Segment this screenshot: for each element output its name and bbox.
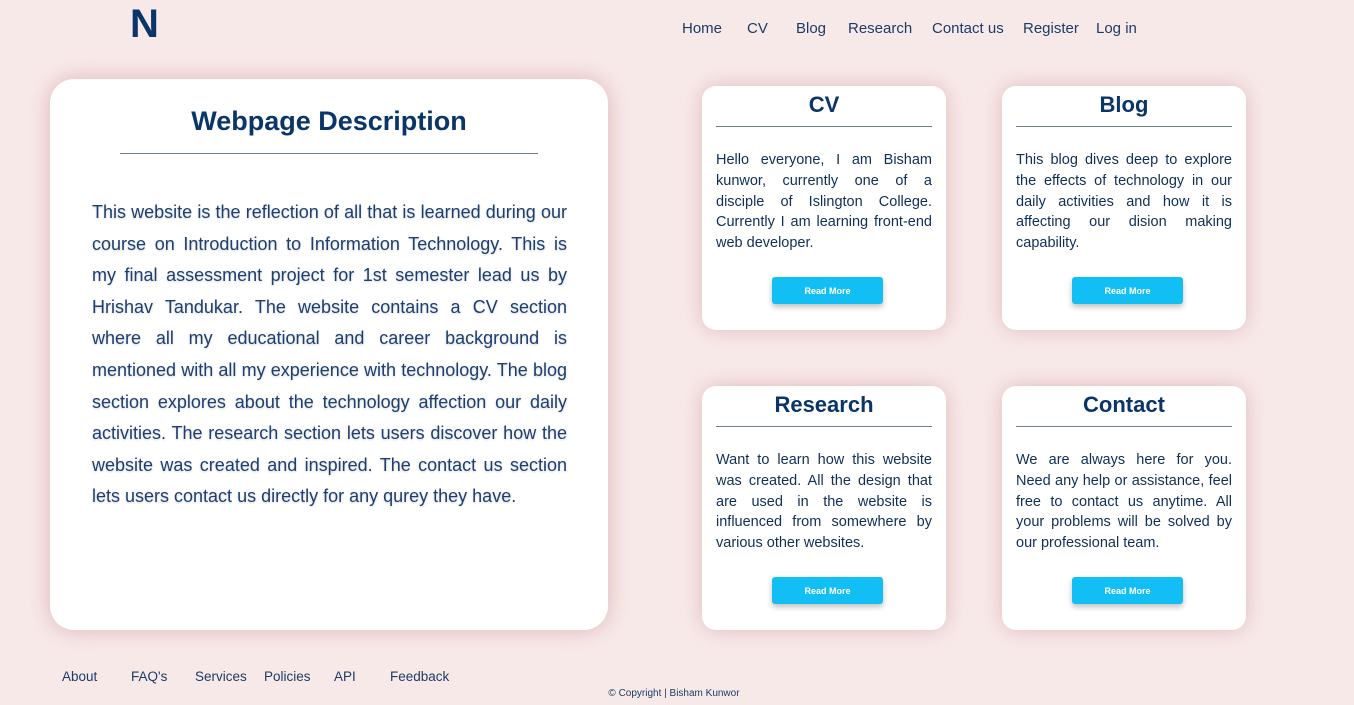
research-read-more-button[interactable]: Read More [772,577,883,604]
footer-link-about[interactable]: About [62,669,97,684]
copyright-text: © Copyright | Bisham Kunwor [608,688,740,699]
cv-card: CV Hello everyone, I am Bisham kunwor, c… [702,86,946,330]
nav-register[interactable]: Register [1023,20,1079,37]
nav-log-in[interactable]: Log in [1096,20,1137,37]
description-divider [120,153,538,154]
blog-card-title: Blog [1099,92,1149,117]
description-title: Webpage Description [191,106,467,136]
nav-blog[interactable]: Blog [796,20,826,37]
footer-link-api[interactable]: API [334,669,356,684]
contact-card-title: Contact [1083,392,1165,417]
footer-link-services[interactable]: Services [195,669,247,684]
research-card: Research Want to learn how this website … [702,386,946,630]
cv-read-more-button[interactable]: Read More [772,277,883,304]
cv-card-divider [716,126,932,127]
description-card: Webpage Description This website is the … [50,79,608,630]
contact-card-text: We are always here for you. Need any hel… [1016,452,1232,552]
footer-link-policies[interactable]: Policies [264,669,311,684]
nav-cv[interactable]: CV [747,20,768,37]
contact-card: Contact We are always here for you. Need… [1002,386,1246,630]
footer-link-feedback[interactable]: Feedback [390,669,449,684]
contact-card-divider [1016,426,1232,427]
nav-research[interactable]: Research [848,20,912,37]
blog-card-divider [1016,126,1232,127]
description-body: This website is the reflection of all th… [92,202,567,507]
cv-card-title: CV [808,92,840,117]
page: N Home CV Blog Research Contact us Regis… [0,0,1354,705]
blog-read-more-button[interactable]: Read More [1072,277,1183,304]
contact-read-more-button[interactable]: Read More [1072,577,1183,604]
blog-card: Blog This blog dives deep to explore the… [1002,86,1246,330]
nav-contact-us[interactable]: Contact us [932,20,1004,37]
footer-link-faqs[interactable]: FAQ's [131,669,167,684]
nav-home[interactable]: Home [682,20,722,37]
research-card-divider [716,426,932,427]
main-nav: Home CV Blog Research Contact us Registe… [0,20,1354,40]
research-card-title: Research [774,392,874,417]
research-card-text: Want to learn how this website was creat… [716,452,932,552]
blog-card-text: This blog dives deep to explore the effe… [1016,152,1232,252]
cv-card-text: Hello everyone, I am Bisham kunwor, curr… [716,152,932,252]
